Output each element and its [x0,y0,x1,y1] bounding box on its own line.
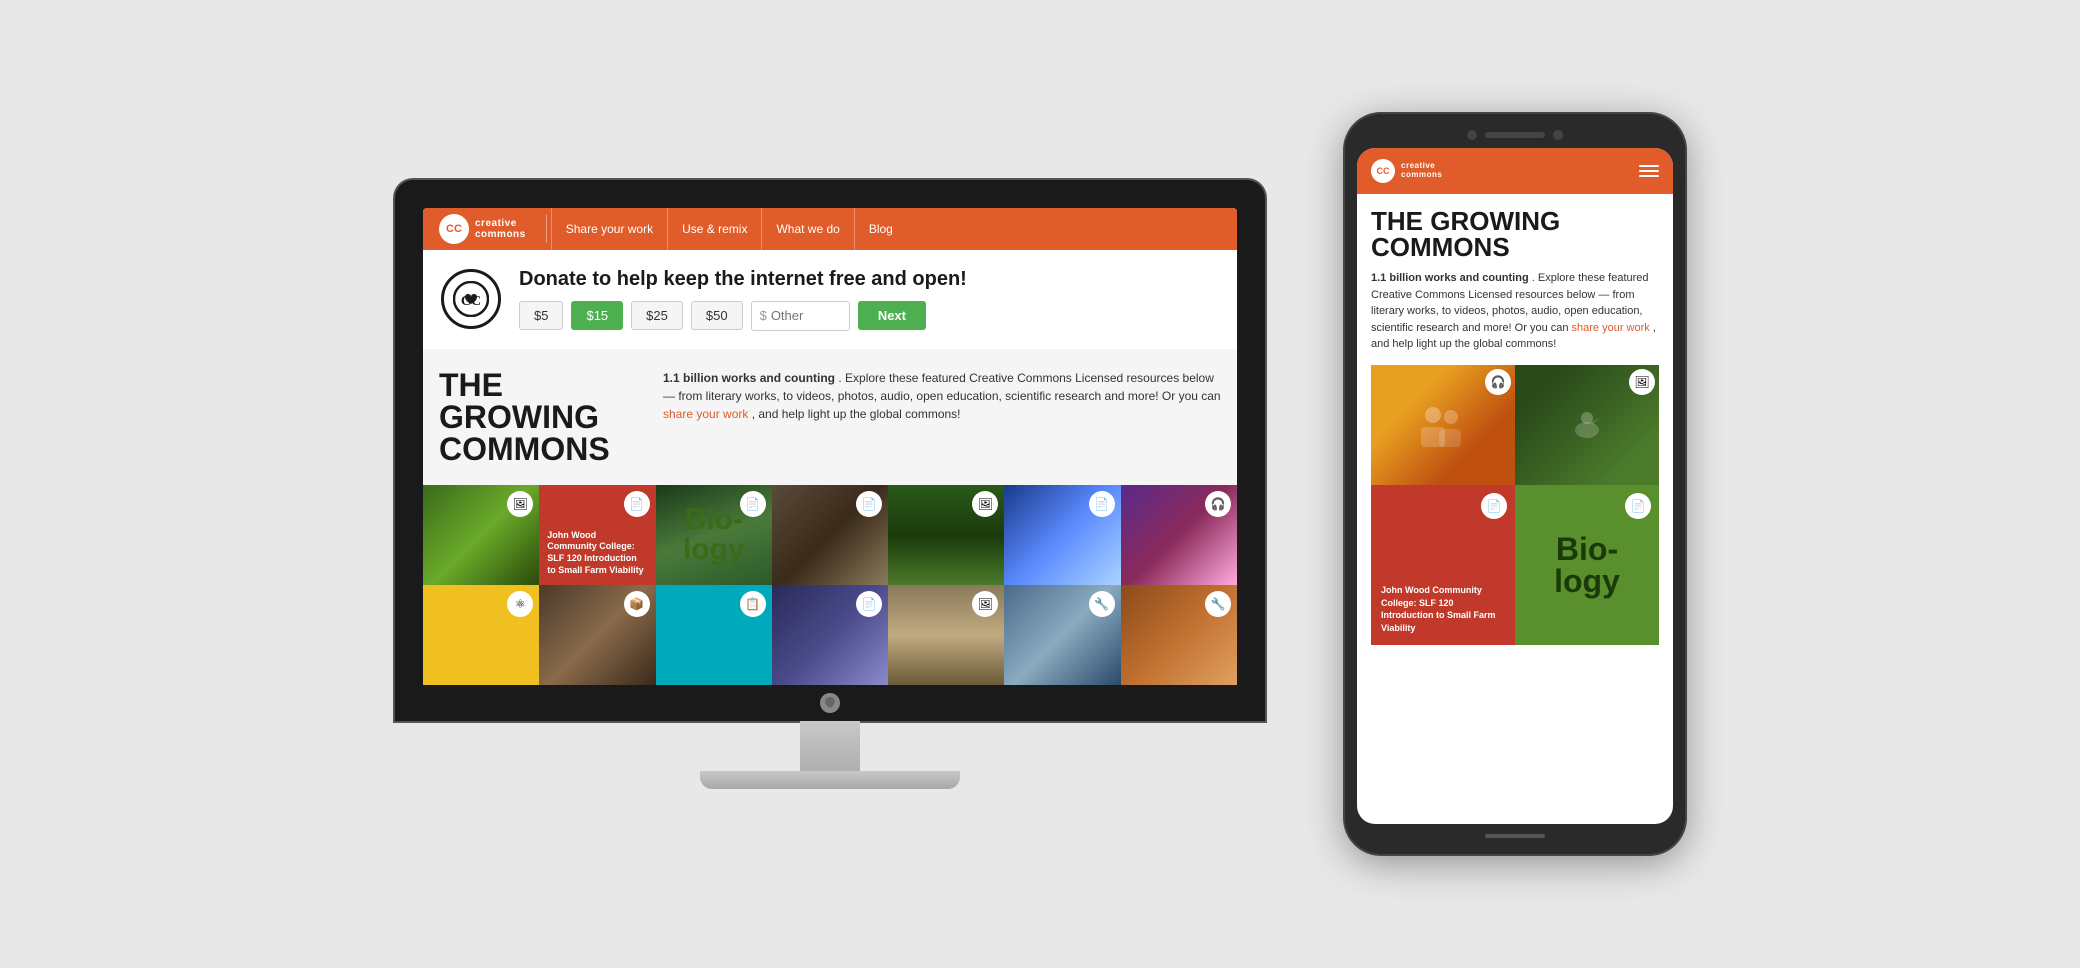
audio-icon: 🎧 [1205,491,1231,517]
growing-title: THE GROWING COMMONS [439,369,639,465]
phone-bio-text: Bio-logy [1554,533,1620,597]
nav-share-your-work[interactable]: Share your work [551,208,667,250]
nav-links: Share your work Use & remix What we do B… [542,208,1221,250]
nav-blog[interactable]: Blog [854,208,907,250]
grid-cell-hummingbird[interactable]: 🖼 [423,485,539,585]
farm-course-label: John Wood Community College: SLF 120 Int… [547,530,647,577]
next-button[interactable]: Next [858,301,926,330]
cc-heart-icon: CC [441,269,501,329]
amount-50[interactable]: $50 [691,301,743,330]
phone-content: THE GROWING COMMONS 1.1 billion works an… [1357,194,1673,824]
amount-other-wrap: $ [751,301,850,331]
phone-bio-doc-badge: 📄 [1625,493,1651,519]
imac-frame: CC creative commons Share your work Use … [395,180,1265,721]
cc-logo[interactable]: CC creative commons [439,214,526,244]
nav-divider [546,215,547,243]
donate-content: Donate to help keep the internet free an… [519,268,967,331]
image-icon: 🖼 [507,491,533,517]
grid-cell-circles[interactable]: 🔧 [1004,585,1120,685]
phone-cc-logo[interactable]: CC creative commons [1371,159,1442,183]
phone-cell-hbird[interactable]: 🖼 [1515,365,1659,485]
image-icon-3: 🖼 [972,591,998,617]
doc-icon-5: 📄 [856,591,882,617]
imac-stand-base [700,771,960,789]
doc-icon: 📄 [624,491,650,517]
imac-stand-neck [800,721,860,771]
box-icon: 📦 [624,591,650,617]
phone-cell-biology[interactable]: 📄 Bio-logy [1515,485,1659,645]
cc-logo-icon: CC [439,214,469,244]
donate-amounts: $5 $15 $25 $50 $ Next [519,301,967,331]
donate-heading: Donate to help keep the internet free an… [519,268,967,291]
biology-text: Bio-logy [683,505,745,565]
phone-grid: 🎧 🖼 📄 [1371,365,1659,645]
grid-cell-biology[interactable]: 📄 Bio-logy [656,485,772,585]
phone-farm-label: John Wood Community College: SLF 120 Int… [1381,584,1505,634]
grid-cell-teal[interactable]: 📋 [656,585,772,685]
phone-home-bar [1485,834,1545,838]
grid-cell-blue[interactable]: 📄 [1004,485,1120,585]
grid-cell-purple[interactable]: 🎧 [1121,485,1237,585]
growing-commons-section: THE GROWING COMMONS 1.1 billion works an… [423,349,1237,485]
phone-growing-title: THE GROWING COMMONS [1371,208,1659,260]
growing-desc: 1.1 billion works and counting . Explore… [663,369,1221,465]
phone-camera [1467,130,1477,140]
share-your-work-link[interactable]: share your work [663,407,748,421]
desktop-nav: CC creative commons Share your work Use … [423,208,1237,250]
grid-cell-yellow-science[interactable]: ⚛ [423,585,539,685]
phone-nav: CC creative commons [1357,148,1673,194]
phone-cell-people[interactable]: 🎧 [1371,365,1515,485]
nav-use-remix[interactable]: Use & remix [667,208,761,250]
amount-5[interactable]: $5 [519,301,563,330]
grid-cell-triangles[interactable]: 📄 [772,585,888,685]
wrench-icon-2: 🔧 [1205,591,1231,617]
phone-device: CC creative commons THE GROWING COMMONS … [1345,114,1685,854]
content-grid: 🖼 📄 John Wood Community College: SLF 120… [423,485,1237,685]
phone-cc-icon: CC [1371,159,1395,183]
phone-image-badge: 🖼 [1629,369,1655,395]
phone-speaker [1485,132,1545,138]
doc-icon-4: 📄 [1089,491,1115,517]
phone-screen: CC creative commons THE GROWING COMMONS … [1357,148,1673,824]
phone-doc-badge: 📄 [1481,493,1507,519]
phone-camera-2 [1553,130,1563,140]
hamburger-menu-button[interactable] [1639,165,1659,177]
amount-25[interactable]: $25 [631,301,683,330]
grid-cell-face[interactable]: 📦 [539,585,655,685]
hamburger-line-1 [1639,165,1659,167]
imac-screen: CC creative commons Share your work Use … [423,208,1237,685]
cc-logo-text: creative commons [475,218,526,240]
grid-cell-trees[interactable]: 🖼 [888,485,1004,585]
grid-cell-mushroom[interactable]: 🖼 [888,585,1004,685]
image-icon-2: 🖼 [972,491,998,517]
wrench-icon: 🔧 [1089,591,1115,617]
imac-chin [423,685,1237,721]
nav-what-we-do[interactable]: What we do [761,208,853,250]
donate-banner: CC Donate to help keep the internet free… [423,250,1237,349]
phone-cell-farm-course[interactable]: 📄 John Wood Community College: SLF 120 I… [1371,485,1515,645]
scene: CC creative commons Share your work Use … [355,74,1725,894]
doc-icon-3: 📄 [856,491,882,517]
hamburger-line-2 [1639,170,1659,172]
phone-audio-badge: 🎧 [1485,369,1511,395]
phone-cc-text: creative commons [1401,162,1442,180]
grid-cell-farm-course[interactable]: 📄 John Wood Community College: SLF 120 I… [539,485,655,585]
amount-15[interactable]: $15 [571,301,623,330]
hamburger-line-3 [1639,175,1659,177]
grid-cell-fist[interactable]: 📄 [772,485,888,585]
phone-notch [1357,130,1673,140]
imac-device: CC creative commons Share your work Use … [395,180,1265,789]
phone-growing-desc: 1.1 billion works and counting . Explore… [1371,270,1659,353]
currency-symbol: $ [760,308,767,323]
amount-other-input[interactable] [771,308,841,323]
clipboard-icon: 📋 [740,591,766,617]
grid-cell-abstract[interactable]: 🔧 [1121,585,1237,685]
phone-share-link[interactable]: share your work [1572,322,1650,334]
science-icon: ⚛ [507,591,533,617]
